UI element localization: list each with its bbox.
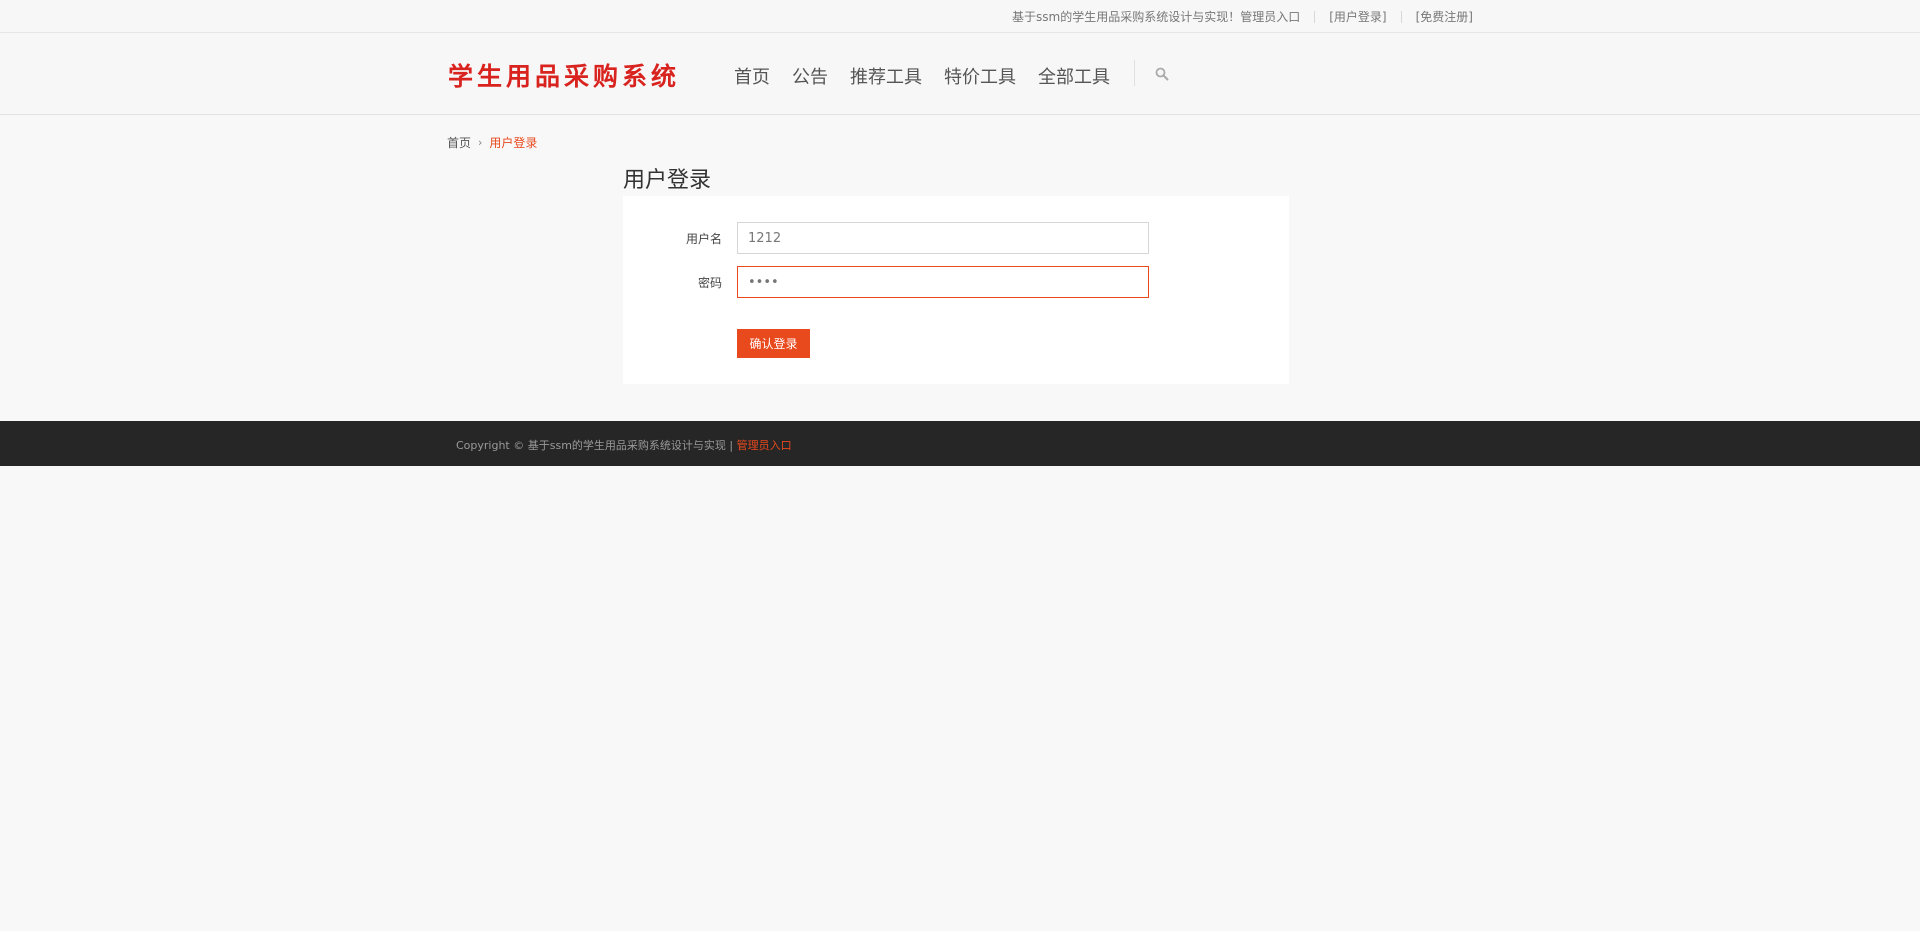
password-row: 密码 xyxy=(623,266,1289,298)
user-login-link[interactable]: [用户登录] xyxy=(1329,8,1386,25)
topbar-divider xyxy=(1314,10,1316,23)
top-utility-bar: 基于ssm的学生用品采购系统设计与实现！ 管理员入口 [用户登录] [免费注册] xyxy=(0,0,1920,33)
top-utility-links: 基于ssm的学生用品采购系统设计与实现！ 管理员入口 [用户登录] [免费注册] xyxy=(1012,0,1473,33)
username-input[interactable] xyxy=(737,222,1149,254)
site-logo[interactable]: 学生用品采购系统 xyxy=(448,57,680,93)
nav-divider xyxy=(1134,60,1135,86)
copyright-text: Copyright © 基于ssm的学生用品采购系统设计与实现 | xyxy=(456,439,737,452)
login-form: 用户名 密码 确认登录 xyxy=(623,196,1289,384)
nav-item-announcements[interactable]: 公告 xyxy=(792,63,828,89)
site-footer: Copyright © 基于ssm的学生用品采购系统设计与实现 | 管理员入口 xyxy=(0,421,1920,466)
search-icon[interactable] xyxy=(1155,66,1171,82)
free-register-link[interactable]: [免费注册] xyxy=(1416,8,1473,25)
username-row: 用户名 xyxy=(623,222,1289,254)
password-label: 密码 xyxy=(697,276,722,290)
nav-item-discount-tools[interactable]: 特价工具 xyxy=(944,63,1016,89)
breadcrumb-current: 用户登录 xyxy=(489,136,538,150)
breadcrumb-home[interactable]: 首页 xyxy=(447,134,471,151)
site-header: 学生用品采购系统 首页 公告 推荐工具 特价工具 全部工具 xyxy=(0,33,1920,115)
topbar-divider xyxy=(1400,10,1402,23)
footer-copyright: Copyright © 基于ssm的学生用品采购系统设计与实现 | 管理员入口 xyxy=(456,437,792,453)
footer-admin-link[interactable]: 管理员入口 xyxy=(737,439,792,452)
nav-item-home[interactable]: 首页 xyxy=(734,63,770,89)
username-label: 用户名 xyxy=(685,232,722,246)
welcome-text: 基于ssm的学生用品采购系统设计与实现！ xyxy=(1012,10,1241,24)
nav-item-recommended-tools[interactable]: 推荐工具 xyxy=(850,63,922,89)
breadcrumb: 首页 › 用户登录 xyxy=(447,134,537,151)
chevron-right-icon: › xyxy=(478,136,483,149)
password-input[interactable] xyxy=(737,266,1149,298)
admin-entry-link[interactable]: 管理员入口 xyxy=(1240,8,1300,25)
nav-item-all-tools[interactable]: 全部工具 xyxy=(1038,63,1110,89)
main-nav: 首页 公告 推荐工具 特价工具 全部工具 xyxy=(734,63,1132,89)
page-title: 用户登录 xyxy=(623,168,712,193)
confirm-login-button[interactable]: 确认登录 xyxy=(737,329,810,358)
